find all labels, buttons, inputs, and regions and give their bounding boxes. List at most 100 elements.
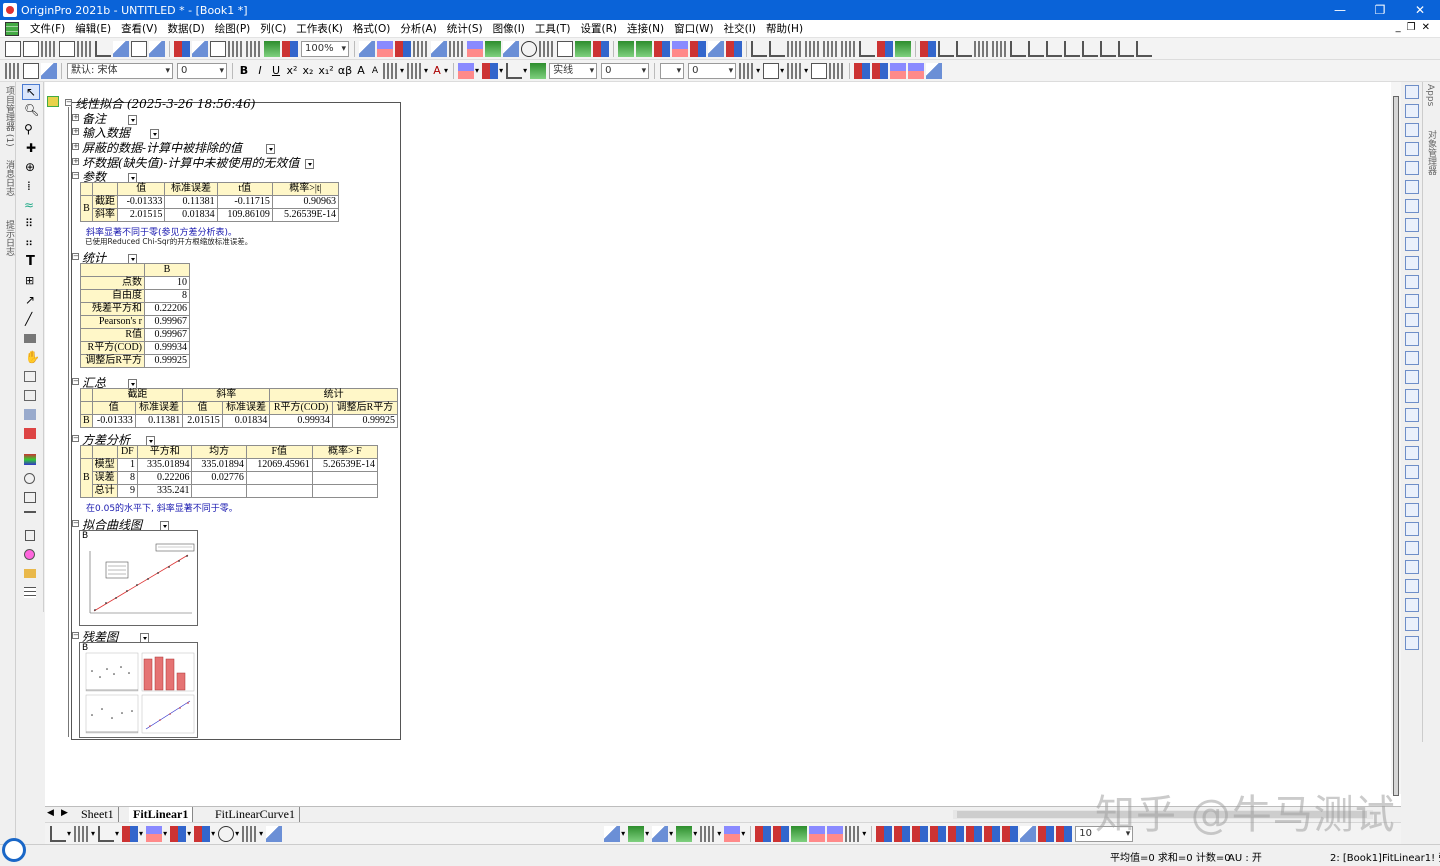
menu-file[interactable]: 文件(F)	[25, 21, 70, 36]
move-left-icon[interactable]	[1118, 40, 1134, 57]
copy-icon[interactable]	[23, 62, 39, 79]
child-window-controls[interactable]: _❐✕	[1396, 22, 1436, 33]
marker-k-icon[interactable]	[1056, 825, 1073, 842]
pan-hand-icon[interactable]: ✋	[22, 350, 40, 366]
circle-tool-icon[interactable]	[22, 471, 40, 487]
align-center-icon[interactable]	[407, 62, 424, 79]
unmerge-cells-icon[interactable]	[773, 825, 790, 842]
open-icon[interactable]	[174, 40, 190, 57]
resize-icon[interactable]	[908, 62, 925, 79]
brightness-icon[interactable]	[530, 62, 547, 79]
annotation-icon[interactable]: ⊞	[22, 274, 40, 290]
back-icon[interactable]	[1405, 446, 1419, 460]
3d-scatter-icon[interactable]	[652, 825, 669, 842]
calendar-icon[interactable]	[539, 40, 555, 57]
swap-layers-icon[interactable]	[1405, 256, 1419, 270]
axis-tool-icon[interactable]	[1405, 123, 1419, 137]
tab-next-icon[interactable]: ▶	[61, 808, 68, 818]
marker-c-icon[interactable]	[912, 825, 929, 842]
layer-tool-icon[interactable]	[1405, 104, 1419, 118]
menu-social[interactable]: 社交(I)	[719, 21, 761, 36]
plot-linesymbol-icon[interactable]	[654, 40, 670, 57]
menu-edit[interactable]: 编辑(E)	[70, 21, 116, 36]
new-graph-icon[interactable]	[95, 40, 111, 57]
residual-plot-thumbnail[interactable]: B	[79, 642, 198, 738]
marker-b-icon[interactable]	[894, 825, 911, 842]
script-window-icon[interactable]	[521, 40, 537, 57]
plot-pie-icon[interactable]	[726, 40, 742, 57]
zoom-select[interactable]: 100%	[301, 40, 349, 57]
report-lock-icon[interactable]	[47, 96, 59, 107]
vertical-scrollbar[interactable]	[1391, 82, 1401, 796]
link-layers-icon[interactable]	[1405, 294, 1419, 308]
set-error-icon[interactable]	[974, 40, 990, 57]
menu-image[interactable]: 图像(I)	[488, 21, 530, 36]
prev-column-icon[interactable]	[1028, 40, 1044, 57]
lock-icon[interactable]	[926, 62, 943, 79]
paste-icon[interactable]	[41, 62, 57, 79]
save-project-icon[interactable]	[228, 40, 244, 57]
tab-fitlinearcurve1[interactable]: FitLinearCurve1	[211, 807, 300, 822]
expand-icon[interactable]: +	[72, 128, 79, 135]
set-z-icon[interactable]	[956, 40, 972, 57]
folder-tool-icon[interactable]	[22, 566, 40, 582]
histogram-icon[interactable]	[805, 40, 821, 57]
chevron-down-icon[interactable]	[128, 114, 138, 125]
chevron-down-icon[interactable]	[305, 158, 315, 169]
filter-settings-icon[interactable]	[895, 40, 911, 57]
scale-icon[interactable]: ≈	[22, 198, 40, 214]
polar-plot-icon[interactable]	[218, 825, 235, 842]
supersub-icon[interactable]: x₁²	[316, 64, 336, 77]
legend-icon[interactable]	[22, 528, 40, 544]
color-bar-icon[interactable]	[22, 452, 40, 468]
collapse-icon[interactable]: −	[72, 378, 79, 385]
template-icon[interactable]	[266, 825, 283, 842]
graph-tool-icon[interactable]	[1405, 85, 1419, 99]
new-matrix-icon[interactable]	[77, 40, 93, 57]
hatch-cells-icon[interactable]	[827, 825, 844, 842]
error-bar-icon[interactable]	[170, 825, 187, 842]
zoom-in-icon[interactable]: 🔍︎	[22, 103, 40, 119]
align-layers-icon[interactable]	[1405, 275, 1419, 289]
insert-image-icon[interactable]	[22, 407, 40, 423]
expand-icon[interactable]: +	[72, 143, 79, 150]
marker-e-icon[interactable]	[948, 825, 965, 842]
new-function-icon[interactable]	[113, 40, 129, 57]
expand-icon[interactable]: +	[72, 158, 79, 165]
cell-grid-icon[interactable]	[845, 825, 862, 842]
plot-column-icon[interactable]	[672, 40, 688, 57]
pattern-select[interactable]: 0	[688, 62, 737, 79]
chevron-down-icon[interactable]	[128, 378, 138, 389]
layer-icon[interactable]	[22, 490, 40, 506]
expand-icon[interactable]: +	[72, 114, 79, 121]
add-layer-icon[interactable]	[1405, 199, 1419, 213]
move-right-icon[interactable]	[1136, 40, 1152, 57]
clock-icon[interactable]	[22, 547, 40, 563]
pointer-icon[interactable]: ↖	[22, 84, 40, 100]
crop-icon[interactable]	[1405, 579, 1419, 593]
column-plot-icon[interactable]	[122, 825, 139, 842]
new-workbook-icon[interactable]	[41, 40, 57, 57]
print-icon[interactable]	[359, 40, 375, 57]
marker-g-icon[interactable]	[984, 825, 1001, 842]
align-top-obj-icon[interactable]	[1405, 503, 1419, 517]
layer-top-icon[interactable]	[1405, 351, 1419, 365]
3d-surface-icon[interactable]	[604, 825, 621, 842]
marker-h-icon[interactable]	[1002, 825, 1019, 842]
object-manager-tab[interactable]: 对象管理器	[1425, 130, 1438, 175]
new-notes-icon[interactable]	[59, 40, 75, 57]
table-tool-icon[interactable]	[22, 585, 40, 601]
remove-filter-icon[interactable]	[877, 40, 893, 57]
menu-connect[interactable]: 连接(N)	[622, 21, 669, 36]
menu-view[interactable]: 查看(V)	[116, 21, 162, 36]
move-up-icon[interactable]	[1082, 40, 1098, 57]
wrap-icon[interactable]	[890, 62, 907, 79]
packages-icon[interactable]	[575, 40, 591, 57]
region-icon[interactable]	[22, 369, 40, 385]
bar-chart-icon[interactable]	[823, 40, 839, 57]
project-explorer-icon[interactable]	[449, 40, 465, 57]
collapse-icon[interactable]: −	[72, 520, 79, 527]
new-layout-icon[interactable]	[131, 40, 147, 57]
layer-bottom-icon[interactable]	[1405, 370, 1419, 384]
tab-prev-icon[interactable]: ◀	[47, 808, 54, 818]
